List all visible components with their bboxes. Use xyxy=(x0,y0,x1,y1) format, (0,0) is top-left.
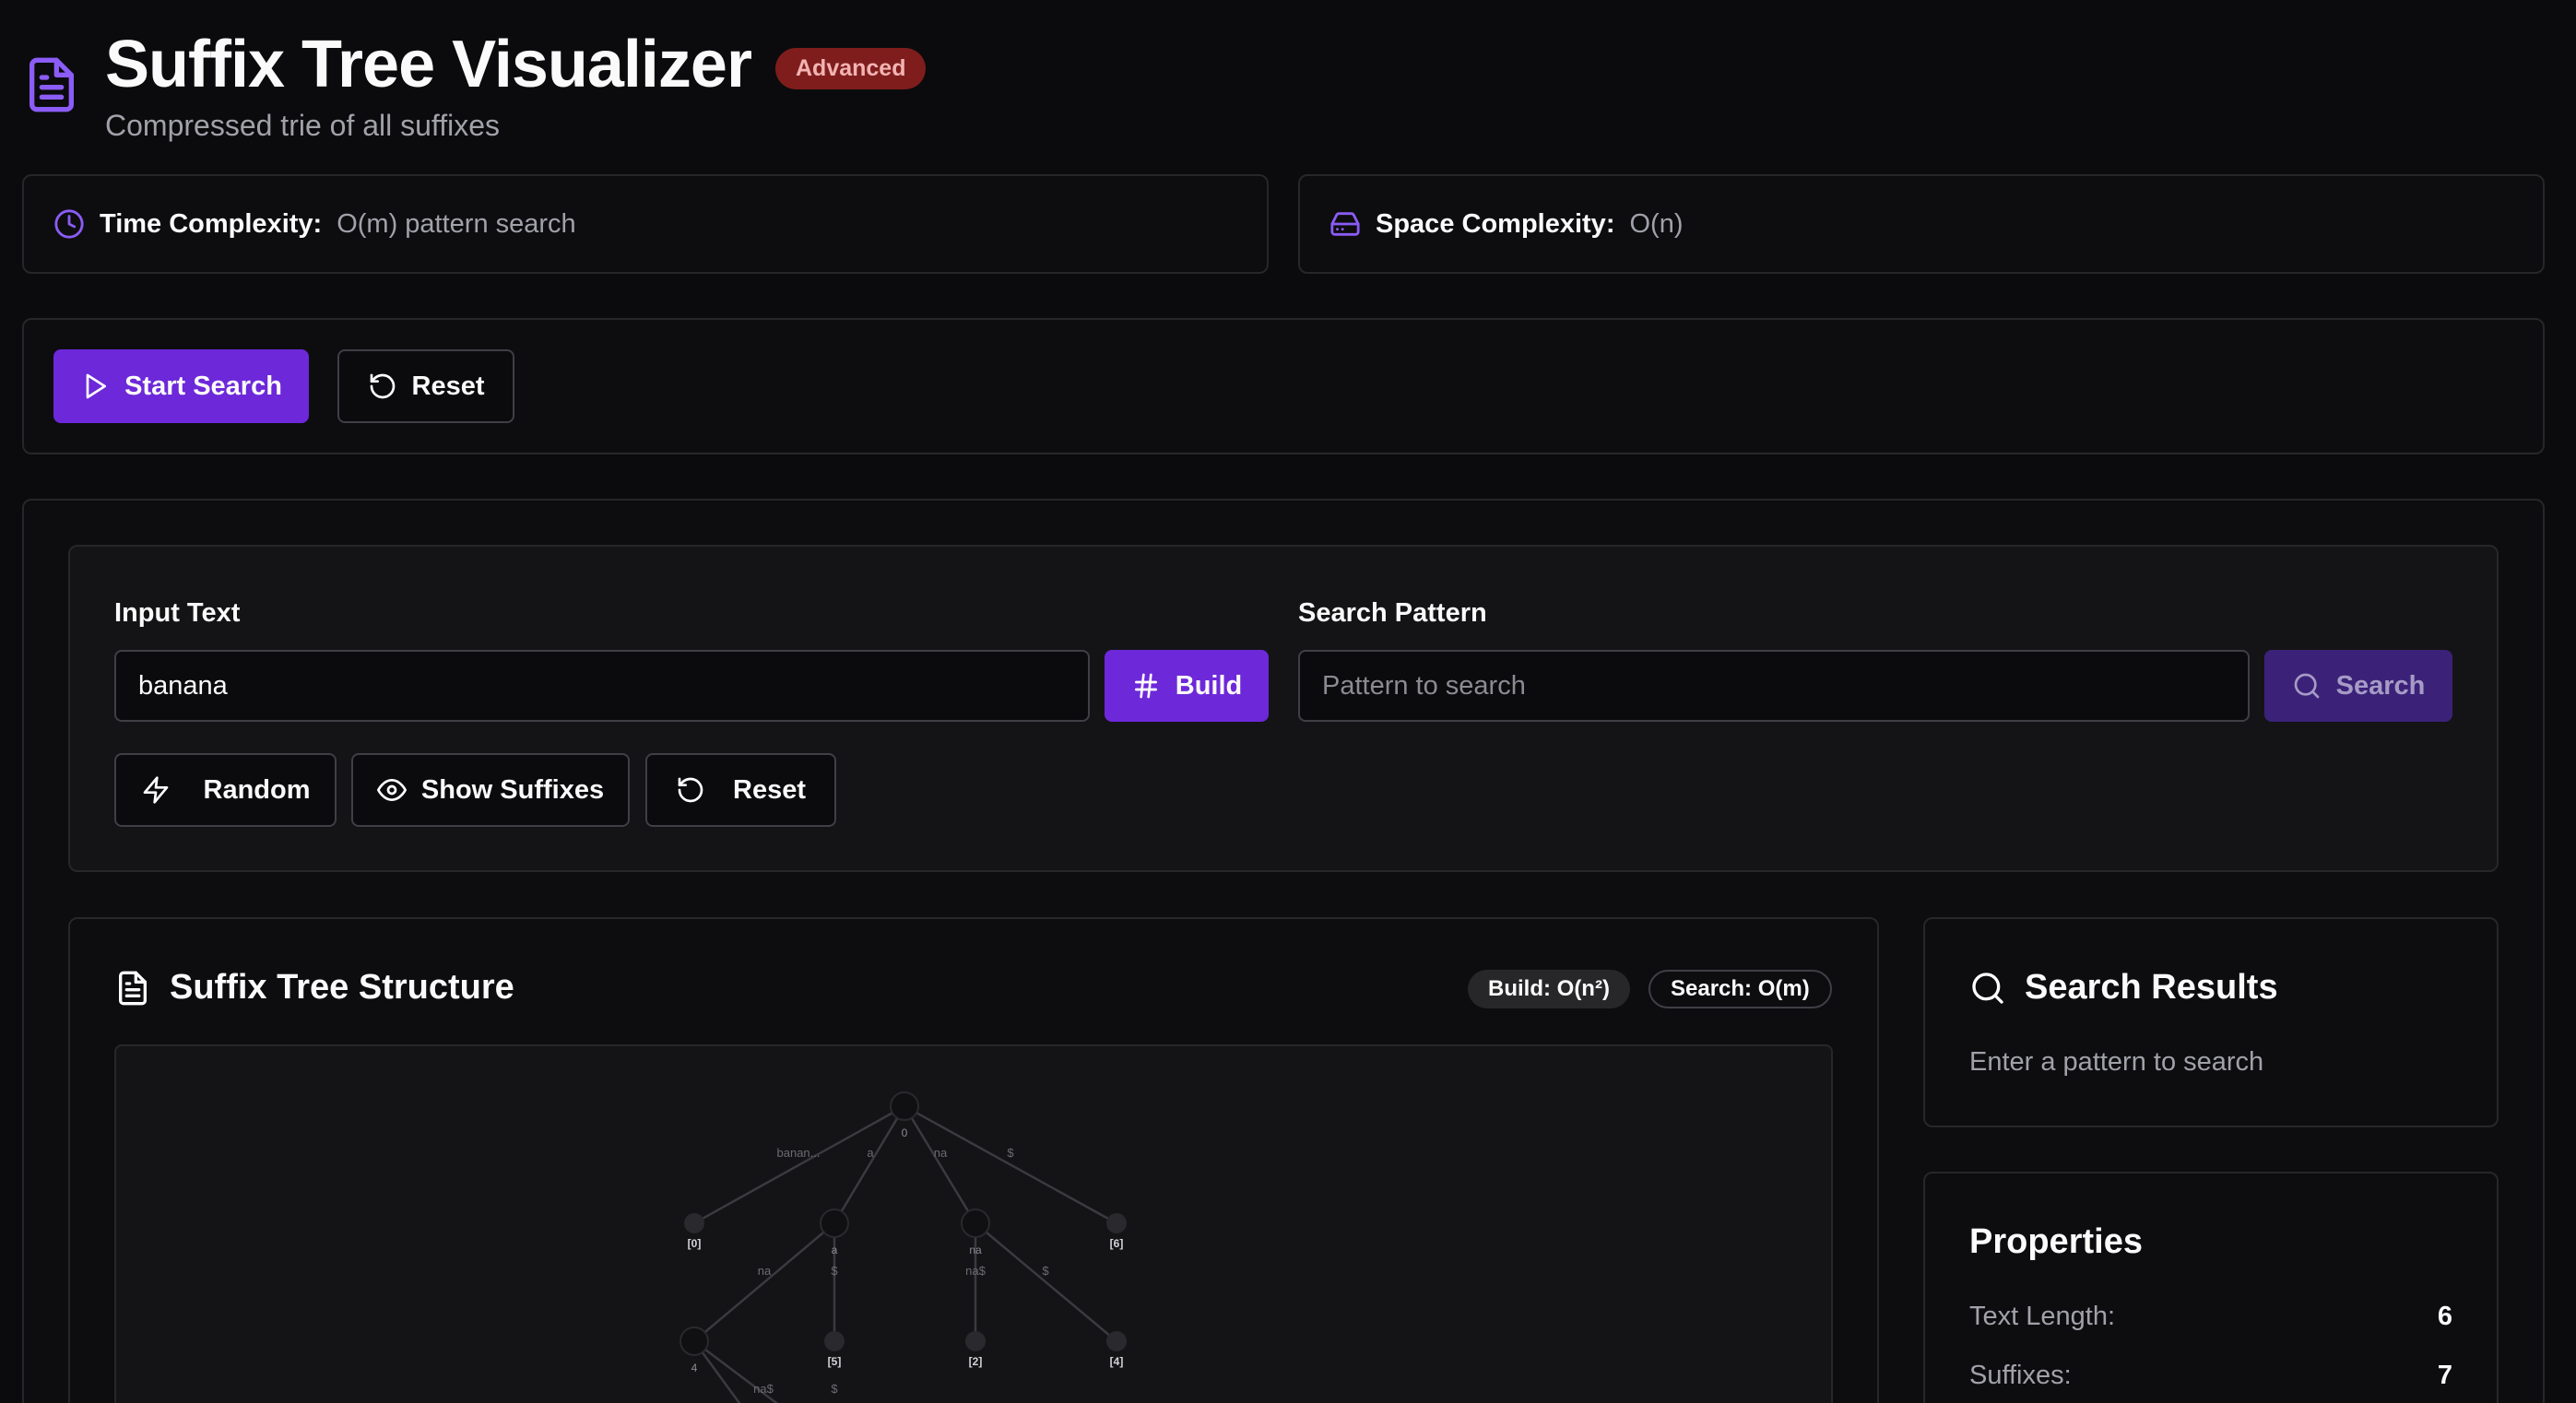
build-button[interactable]: Build xyxy=(1105,650,1269,722)
tree-leaf[interactable] xyxy=(965,1331,986,1351)
app-root: Suffix Tree Visualizer Advanced Compress… xyxy=(0,0,2576,1403)
time-complexity-value: O(m) pattern search xyxy=(337,208,576,239)
start-search-label: Start Search xyxy=(124,371,282,401)
reset-label: Reset xyxy=(411,371,485,401)
tree-title-label: Suffix Tree Structure xyxy=(170,968,514,1007)
node-label: 4 xyxy=(691,1362,698,1374)
property-row: Text Length: 6 xyxy=(1969,1302,2452,1332)
space-complexity-label: Space Complexity: xyxy=(1376,208,1615,239)
properties-title: Properties xyxy=(1969,1222,2143,1261)
property-value: 7 xyxy=(2437,1361,2452,1390)
tree-edge xyxy=(833,1105,906,1224)
input-text-field[interactable]: banana xyxy=(114,650,1090,722)
node-label: a xyxy=(832,1244,838,1256)
tree-edge xyxy=(693,1222,835,1342)
property-label: Suffixes: xyxy=(1969,1361,2072,1390)
edge-label: $ xyxy=(1042,1264,1049,1278)
input-text-label: Input Text xyxy=(114,598,241,628)
tree-node[interactable] xyxy=(679,1326,709,1356)
space-complexity-value: O(n) xyxy=(1629,208,1684,239)
input-reset-label: Reset xyxy=(733,774,806,805)
edge-label: $ xyxy=(1007,1146,1014,1160)
tree-canvas: banan... a na $ na $ na$ $ na$ $ 0 a na … xyxy=(114,1044,1833,1403)
eye-icon xyxy=(376,779,407,801)
property-value: 6 xyxy=(2437,1302,2452,1331)
file-text-icon xyxy=(29,57,74,112)
page-title: Suffix Tree Visualizer xyxy=(105,28,752,101)
random-button[interactable]: Random xyxy=(114,753,337,827)
page-subtitle: Compressed trie of all suffixes xyxy=(105,109,501,142)
tree-node[interactable] xyxy=(820,1208,849,1238)
start-search-button[interactable]: Start Search xyxy=(53,349,309,423)
search-pattern-label: Search Pattern xyxy=(1298,598,1487,628)
edge-label: na xyxy=(758,1264,772,1278)
hard-drive-icon xyxy=(1330,212,1360,236)
hash-icon xyxy=(1134,673,1157,699)
search-results-panel xyxy=(1923,917,2499,1127)
time-complexity-label: Time Complexity: xyxy=(100,208,323,239)
tree-title: Suffix Tree Structure xyxy=(114,968,514,1008)
edge-label: na xyxy=(934,1146,948,1160)
tree-edge xyxy=(903,1105,977,1224)
zap-icon xyxy=(143,776,168,804)
rotate-ccw-icon xyxy=(370,373,395,399)
tree-edge xyxy=(975,1222,1117,1342)
property-row: Suffixes: 7 xyxy=(1969,1361,2452,1391)
show-suffixes-label: Show Suffixes xyxy=(420,774,605,805)
search-pattern-field[interactable]: Pattern to search xyxy=(1298,650,2250,722)
edge-label: banan... xyxy=(777,1146,821,1160)
edge-label: na$ xyxy=(965,1264,986,1278)
tree-edge xyxy=(693,1104,905,1225)
rotate-ccw-icon xyxy=(678,777,703,803)
leaf-label: [2] xyxy=(969,1355,983,1368)
reset-button[interactable]: Reset xyxy=(337,349,514,423)
leaf-label: [6] xyxy=(1110,1237,1124,1250)
tree-node-root[interactable] xyxy=(890,1091,919,1121)
play-icon xyxy=(86,373,107,399)
random-label: Random xyxy=(203,774,311,805)
file-text-icon xyxy=(119,971,147,1005)
title-block: Suffix Tree Visualizer Advanced Compress… xyxy=(105,26,927,143)
leaf-label: [5] xyxy=(828,1355,842,1368)
build-label: Build xyxy=(1175,670,1243,701)
page-header: Suffix Tree Visualizer Advanced Compress… xyxy=(22,26,927,143)
node-label: na xyxy=(969,1244,982,1256)
tree-node[interactable] xyxy=(961,1208,990,1238)
edge-label: $ xyxy=(831,1382,838,1396)
clock-icon xyxy=(54,209,84,239)
edge-label: na$ xyxy=(753,1382,774,1396)
tree-edge xyxy=(904,1104,1117,1225)
search-button[interactable]: Search xyxy=(2264,650,2452,722)
tree-leaf[interactable] xyxy=(824,1331,845,1351)
tree-leaf[interactable] xyxy=(1106,1331,1127,1351)
search-label: Search xyxy=(2335,670,2426,701)
search-results-title-label: Search Results xyxy=(2025,968,2278,1007)
title-row: Suffix Tree Visualizer Advanced xyxy=(105,26,927,103)
time-complexity-card: Time Complexity: O(m) pattern search xyxy=(22,174,1269,274)
tree-leaf[interactable] xyxy=(1106,1213,1127,1233)
edge-label: $ xyxy=(831,1264,838,1278)
node-label: 0 xyxy=(902,1126,908,1139)
difficulty-badge: Advanced xyxy=(775,47,927,89)
tree-leaf[interactable] xyxy=(684,1213,704,1233)
edge-label: a xyxy=(867,1146,874,1160)
input-reset-button[interactable]: Reset xyxy=(645,753,836,827)
leaf-label: [4] xyxy=(1110,1355,1124,1368)
property-label: Text Length: xyxy=(1969,1302,2115,1331)
leaf-label: [0] xyxy=(688,1237,702,1250)
search-icon xyxy=(2294,673,2319,699)
show-suffixes-button[interactable]: Show Suffixes xyxy=(351,753,630,827)
search-complexity-badge: Search: O(m) xyxy=(1648,970,1832,1008)
tree-svg: banan... a na $ na $ na$ $ na$ $ 0 a na … xyxy=(679,1091,1127,1403)
search-results-empty: Enter a pattern to search xyxy=(1969,1047,2264,1077)
search-results-title: Search Results xyxy=(1969,968,2278,1008)
search-icon xyxy=(1972,972,2003,1004)
build-complexity-badge: Build: O(n²) xyxy=(1468,970,1630,1008)
space-complexity-card: Space Complexity: O(n) xyxy=(1298,174,2545,274)
